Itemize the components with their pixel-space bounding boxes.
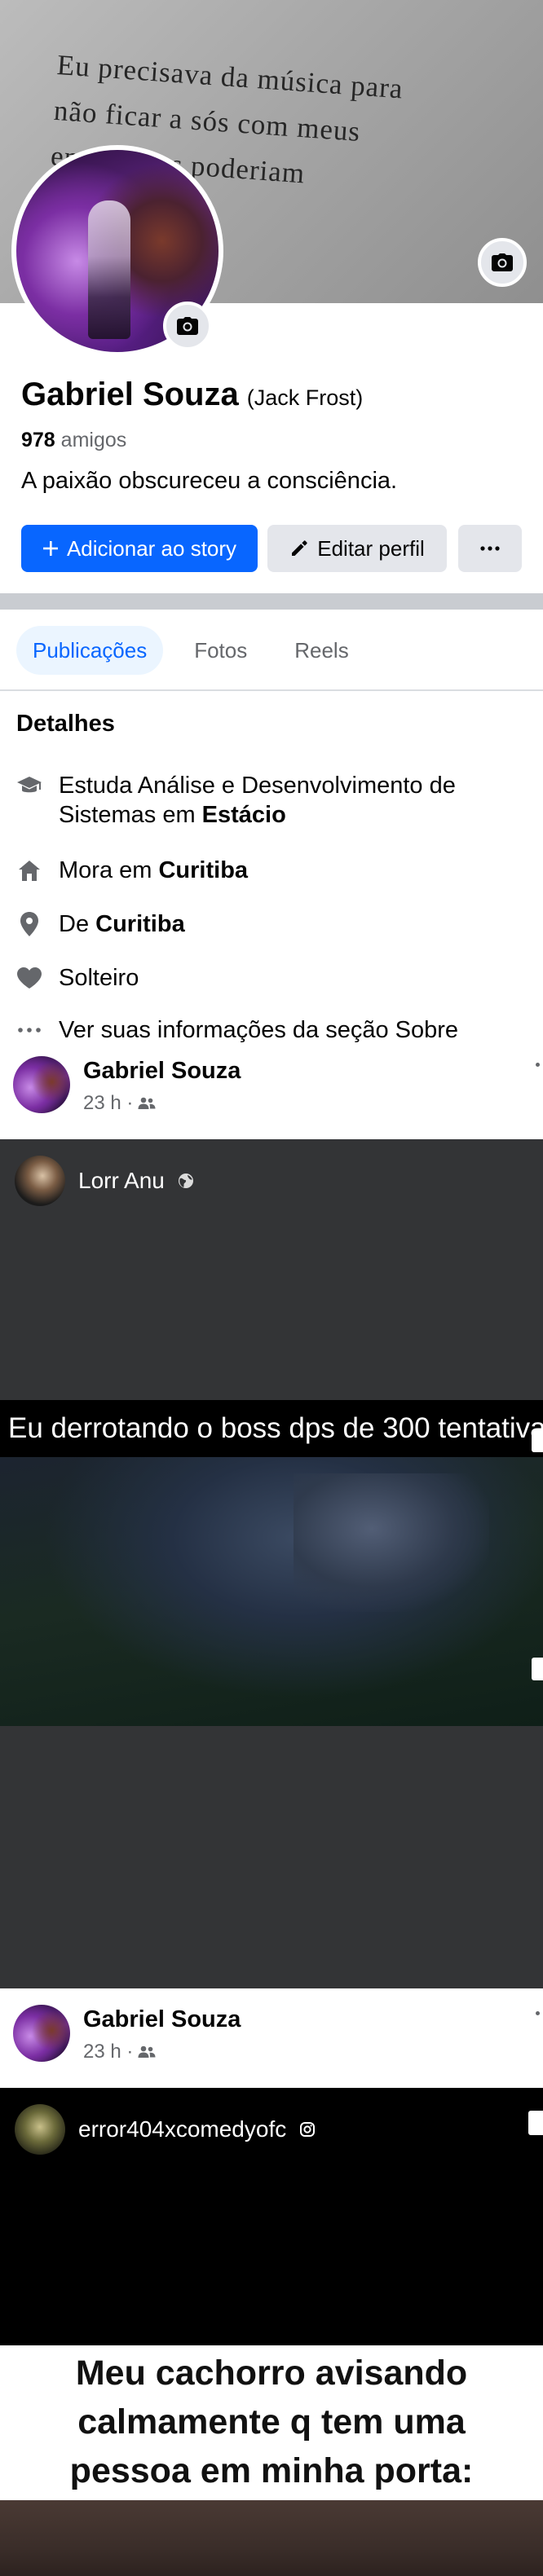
post-timestamp[interactable]: 23 h · xyxy=(83,2041,133,2063)
profile-picture-figure xyxy=(88,200,130,339)
friends-audience-icon xyxy=(138,2045,156,2058)
edit-profile-label: Editar perfil xyxy=(317,535,425,561)
post-author-name[interactable]: Gabriel Souza xyxy=(83,2006,241,2033)
add-to-story-label: Adicionar ao story xyxy=(66,535,237,561)
reel-author-name: Lorr Anu xyxy=(78,1168,165,1193)
home-icon xyxy=(16,856,42,885)
post-meta: 23 h · xyxy=(83,1092,156,1115)
reel-caption: Eu derrotando o boss dps de 300 tentativ… xyxy=(0,1400,543,1457)
detail-relationship: Solteiro xyxy=(16,963,139,993)
profile-tabs: Publicações Fotos Reels xyxy=(16,626,365,675)
post-author-avatar[interactable] xyxy=(13,2005,70,2062)
meme-line-1: Meu cachorro avisando xyxy=(75,2354,468,2393)
meme-line-3: pessoa em minha porta: xyxy=(69,2451,474,2490)
see-about-info-link[interactable]: Ver suas informações da seção Sobre xyxy=(16,1015,458,1045)
profile-name: Gabriel Souza xyxy=(21,376,239,412)
fullscreen-icon[interactable] xyxy=(532,1429,543,1452)
reels-open-icon[interactable] xyxy=(528,2111,543,2135)
reel-author[interactable]: error404xcomedyofc xyxy=(15,2104,316,2155)
camera-icon xyxy=(492,253,513,271)
post-author-avatar[interactable] xyxy=(13,1056,70,1113)
camera-icon xyxy=(177,317,198,335)
friends-audience-icon xyxy=(138,1097,156,1109)
plus-icon xyxy=(42,541,58,556)
friends-count-label: amigos xyxy=(60,429,127,451)
detail-lives-in-place[interactable]: Curitiba xyxy=(158,857,248,883)
edit-cover-camera-button[interactable] xyxy=(478,238,527,287)
meme-line-2: calmamente q tem uma xyxy=(77,2402,466,2442)
graduation-cap-icon xyxy=(16,771,42,800)
instagram-icon xyxy=(300,2122,316,2137)
post-timestamp[interactable]: 23 h · xyxy=(83,1092,133,1115)
reel-video-frame xyxy=(0,1457,543,1726)
ellipsis-icon xyxy=(16,1015,42,1045)
details-heading: Detalhes xyxy=(16,711,115,737)
ellipsis-icon xyxy=(480,546,500,551)
reel-author-name: error404xcomedyofc xyxy=(78,2116,287,2142)
detail-relationship-text: Solteiro xyxy=(59,965,139,991)
detail-lives-in-text: Mora em xyxy=(59,857,152,883)
detail-from: De Curitiba xyxy=(16,909,185,939)
post-meta: 23 h · xyxy=(83,2041,156,2063)
friends-count-number: 978 xyxy=(21,429,55,451)
tabs-divider xyxy=(0,689,543,691)
shared-reel-video[interactable]: error404xcomedyofc Meu cachorro avisando… xyxy=(0,2088,543,2576)
post-options-button[interactable] xyxy=(536,1063,540,1067)
detail-lives-in: Mora em Curitiba xyxy=(16,856,248,885)
post-author-name[interactable]: Gabriel Souza xyxy=(83,1058,241,1085)
heart-icon xyxy=(16,963,42,993)
detail-education: Estuda Análise e Desenvolvimento de Sist… xyxy=(16,771,515,830)
reel-meme-caption: Meu cachorro avisando calmamente q tem u… xyxy=(0,2345,543,2500)
friends-count[interactable]: 978 amigos xyxy=(21,429,126,452)
globe-icon xyxy=(178,1174,193,1188)
shared-reel-video[interactable]: Lorr Anu Eu derrotando o boss dps de 300… xyxy=(0,1139,543,1988)
tab-reels[interactable]: Reels xyxy=(278,626,364,675)
detail-from-text: De xyxy=(59,911,90,937)
section-divider xyxy=(0,593,543,610)
profile-bio: A paixão obscureceu a consciência. xyxy=(21,468,398,494)
more-options-button[interactable] xyxy=(458,525,522,572)
reel-author[interactable]: Lorr Anu xyxy=(15,1156,194,1206)
reel-author-avatar xyxy=(15,1156,65,1206)
detail-from-place[interactable]: Curitiba xyxy=(95,911,185,937)
profile-alternate-name: (Jack Frost) xyxy=(246,385,364,410)
see-about-info-text: Ver suas informações da seção Sobre xyxy=(59,1017,459,1043)
reel-video-subject xyxy=(294,1473,489,1612)
tab-publicacoes[interactable]: Publicações xyxy=(16,626,164,675)
detail-education-place[interactable]: Estácio xyxy=(202,802,286,828)
tab-fotos[interactable]: Fotos xyxy=(178,626,263,675)
post-header: Gabriel Souza 23 h · xyxy=(13,2005,540,2070)
profile-name-row: Gabriel Souza (Jack Frost) xyxy=(21,376,363,413)
reel-video-frame xyxy=(0,2500,543,2576)
pencil-icon xyxy=(292,540,307,556)
edit-profile-button[interactable]: Editar perfil xyxy=(267,525,447,572)
location-pin-icon xyxy=(16,909,42,939)
add-to-story-button[interactable]: Adicionar ao story xyxy=(21,525,258,572)
post-options-button[interactable] xyxy=(536,2011,540,2015)
reel-author-avatar xyxy=(15,2104,65,2155)
post-header: Gabriel Souza 23 h · xyxy=(13,1056,540,1121)
volume-icon[interactable] xyxy=(532,1658,543,1680)
edit-profile-picture-camera-button[interactable] xyxy=(163,302,212,350)
